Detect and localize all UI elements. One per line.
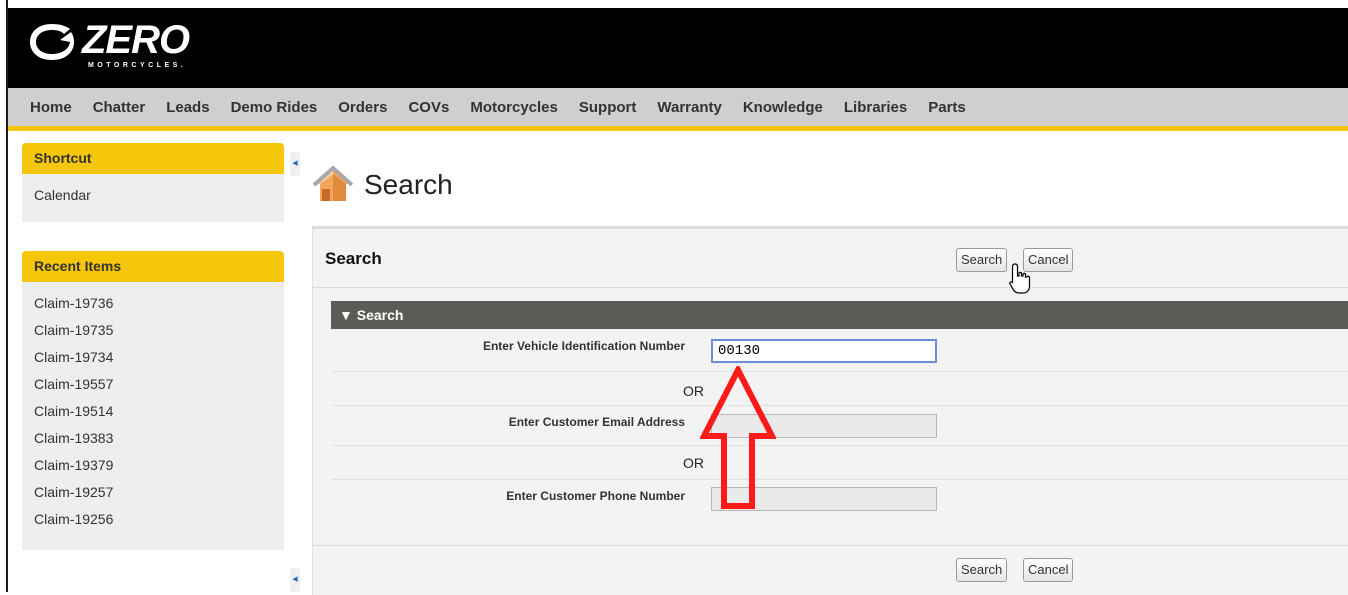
sidebar-collapse-toggle-bottom[interactable]: ◀ <box>290 568 300 592</box>
nav-item-orders[interactable]: Orders <box>338 99 387 116</box>
triangle-down-icon: ▼ <box>339 307 353 323</box>
page-title: Search <box>364 169 453 200</box>
up-arrow-annotation-icon <box>700 366 776 509</box>
sidebar-collapse-toggle[interactable]: ◀ <box>290 152 300 176</box>
house-icon <box>312 165 354 201</box>
shortcut-header: Shortcut <box>22 143 284 174</box>
recent-item[interactable]: Claim-19514 <box>34 398 284 425</box>
nav-item-demo-rides[interactable]: Demo Rides <box>231 99 318 116</box>
zero-logo-icon <box>30 24 74 60</box>
chevron-left-icon: ◀ <box>292 160 298 167</box>
row-separator <box>331 479 1348 480</box>
shortcut-list: Calendar <box>22 174 284 222</box>
panel-separator <box>313 287 1348 288</box>
recent-item[interactable]: Claim-19379 <box>34 452 284 479</box>
search-panel: Search Search Cancel ▼ Search Enter Vehi… <box>312 226 1348 595</box>
email-label: Enter Customer Email Address <box>508 415 685 429</box>
recent-item[interactable]: Claim-19736 <box>34 290 284 317</box>
nav-item-libraries[interactable]: Libraries <box>844 99 907 116</box>
recent-item[interactable]: Claim-19383 <box>34 425 284 452</box>
vin-label: Enter Vehicle Identification Number <box>482 339 685 353</box>
row-separator <box>331 445 1348 446</box>
search-button-top[interactable]: Search <box>956 248 1008 272</box>
nav-item-parts[interactable]: Parts <box>928 99 966 116</box>
header: ZERO MOTORCYCLES. <box>8 8 1348 88</box>
chevron-left-icon: ◀ <box>292 576 298 583</box>
nav-item-motorcycles[interactable]: Motorcycles <box>470 99 558 116</box>
nav-item-covs[interactable]: COVs <box>408 99 449 116</box>
recent-item[interactable]: Claim-19734 <box>34 344 284 371</box>
section-title: Search <box>356 307 404 323</box>
nav-item-warranty[interactable]: Warranty <box>657 99 721 116</box>
panel-title: Search <box>325 249 382 268</box>
recent-item[interactable]: Claim-19256 <box>34 506 284 533</box>
nav-item-home[interactable]: Home <box>30 99 72 116</box>
vin-input[interactable] <box>711 339 937 363</box>
zero-logo[interactable]: ZERO MOTORCYCLES. <box>26 16 246 76</box>
recent-item[interactable]: Claim-19557 <box>34 371 284 398</box>
hand-pointer-icon <box>1009 263 1031 294</box>
cancel-button-bottom[interactable]: Cancel <box>1023 558 1074 582</box>
recent-item[interactable]: Claim-19257 <box>34 479 284 506</box>
recent-item[interactable]: Claim-19735 <box>34 317 284 344</box>
phone-label: Enter Customer Phone Number <box>506 489 685 503</box>
nav-item-support[interactable]: Support <box>579 99 637 116</box>
footer-separator <box>313 545 1348 546</box>
nav-item-leads[interactable]: Leads <box>166 99 209 116</box>
brand-name: ZERO <box>82 18 190 62</box>
main-nav: Home Chatter Leads Demo Rides Orders COV… <box>8 88 1348 131</box>
row-separator <box>331 371 1348 372</box>
recent-items-header: Recent Items <box>22 251 284 282</box>
nav-item-knowledge[interactable]: Knowledge <box>743 99 823 116</box>
nav-item-chatter[interactable]: Chatter <box>93 99 146 116</box>
recent-items-list: Claim-19736 Claim-19735 Claim-19734 Clai… <box>22 282 284 550</box>
brand-tagline: MOTORCYCLES. <box>88 62 187 69</box>
shortcut-item-calendar[interactable]: Calendar <box>34 182 284 209</box>
section-header-search[interactable]: ▼ Search <box>331 301 1348 329</box>
row-separator <box>331 405 1348 406</box>
search-button-bottom[interactable]: Search <box>956 558 1008 582</box>
